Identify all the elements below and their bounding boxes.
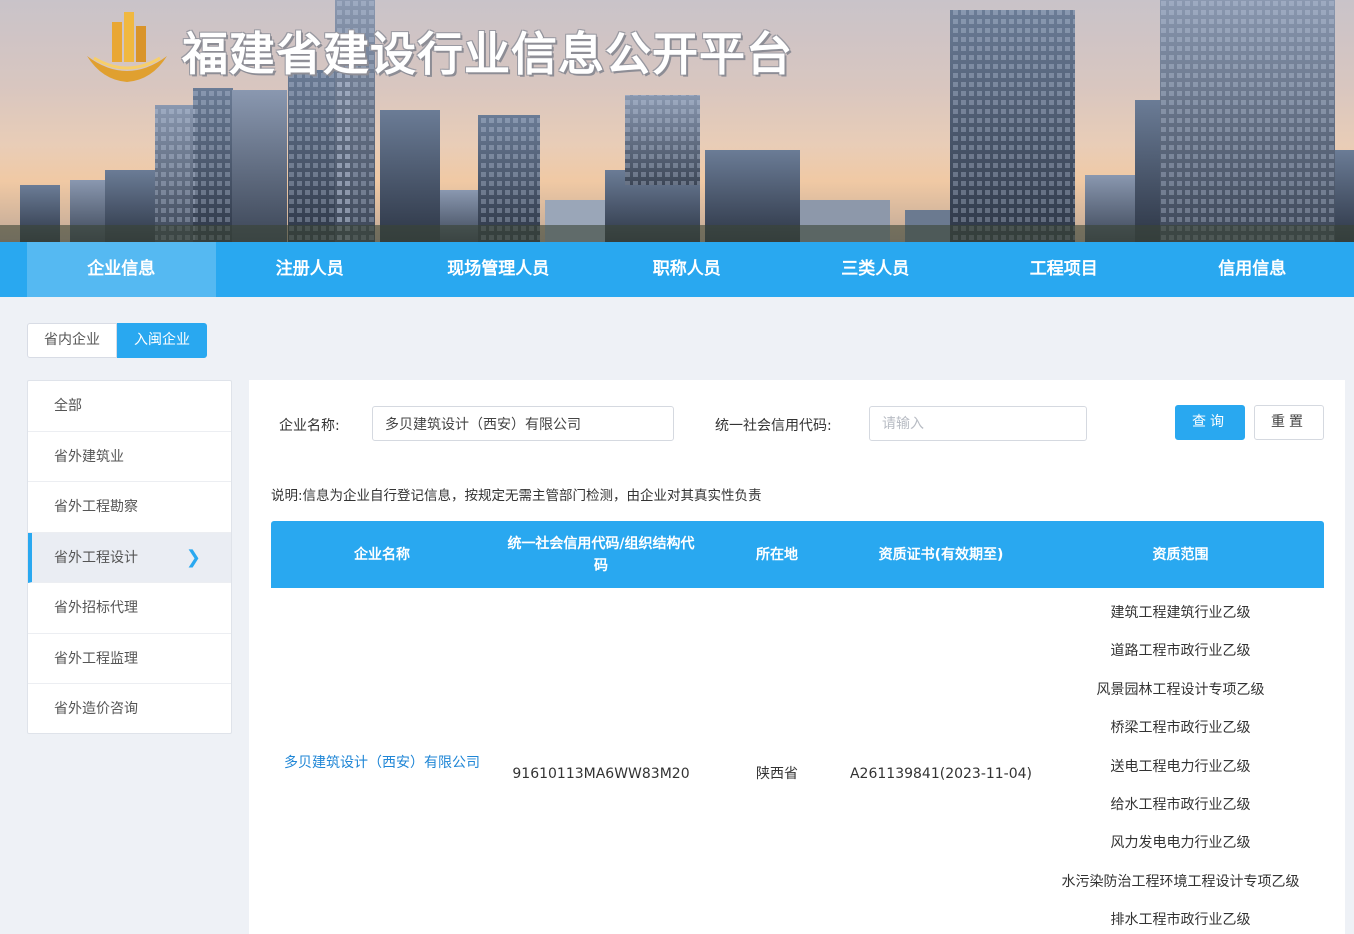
- main-panel: 企业名称: 统一社会信用代码: 查询 重置 说明:信息为企业自行登记信息，按规定…: [249, 380, 1345, 934]
- tab-in-province[interactable]: 省内企业: [27, 323, 117, 358]
- nav-item-site-managers[interactable]: 现场管理人员: [404, 242, 593, 297]
- nav-item-projects[interactable]: 工程项目: [970, 242, 1159, 297]
- certificate-cell: A261139841(2023-11-04): [849, 766, 1033, 782]
- sidebar-item-survey[interactable]: 省外工程勘察: [28, 482, 231, 533]
- site-title: 福建省建设行业信息公开平台: [182, 27, 793, 81]
- sidebar-item-construction[interactable]: 省外建筑业: [28, 432, 231, 482]
- nav-item-three-categories[interactable]: 三类人员: [781, 242, 970, 297]
- list-item: 水污染防治工程环境工程设计专项乙级: [1061, 873, 1300, 890]
- reset-button[interactable]: 重置: [1254, 405, 1324, 440]
- tab-entering-fujian[interactable]: 入闽企业: [117, 323, 207, 358]
- table-header: 企业名称 统一社会信用代码/组织结构代码 所在地 资质证书(有效期至) 资质范围: [271, 521, 1324, 588]
- list-item: 桥梁工程市政行业乙级: [1110, 720, 1251, 737]
- sidebar-item-all[interactable]: 全部: [28, 381, 231, 432]
- list-item: 风景园林工程设计专项乙级: [1096, 681, 1265, 698]
- chevron-right-icon: ❯: [185, 546, 201, 568]
- sidebar-item-label: 省外工程勘察: [54, 499, 138, 515]
- nav-item-credit-info[interactable]: 信用信息: [1158, 242, 1347, 297]
- credit-code-input[interactable]: [869, 406, 1087, 441]
- sidebar-item-supervision[interactable]: 省外工程监理: [28, 634, 231, 684]
- sidebar-item-label: 省外工程监理: [54, 650, 138, 667]
- credit-code-label: 统一社会信用代码:: [715, 418, 832, 434]
- list-item: 送电工程电力行业乙级: [1110, 758, 1251, 775]
- list-item: 建筑工程建筑行业乙级: [1110, 605, 1251, 621]
- column-header: 统一社会信用代码/组织结构代码: [507, 535, 695, 574]
- sidebar-item-bidding-agency[interactable]: 省外招标代理: [28, 583, 231, 634]
- sidebar-item-label: 省外招标代理: [54, 600, 138, 616]
- nav-item-title-personnel[interactable]: 职称人员: [593, 242, 782, 297]
- list-item: 给水工程市政行业乙级: [1110, 796, 1251, 813]
- query-button[interactable]: 查询: [1175, 405, 1245, 440]
- column-header: 资质证书(有效期至): [878, 546, 1004, 563]
- company-name-label: 企业名称:: [279, 418, 340, 434]
- company-name-link[interactable]: 多贝建筑设计（西安）有限公司: [279, 752, 485, 775]
- column-header: 所在地: [756, 546, 798, 563]
- disclaimer-note: 说明:信息为企业自行登记信息，按规定无需主管部门检测，由企业对其真实性负责: [271, 488, 762, 504]
- sidebar-item-design[interactable]: 省外工程设计 ❯: [28, 532, 231, 583]
- credit-code-cell: 91610113MA6WW83M20: [512, 766, 690, 782]
- sidebar-item-label: 全部: [54, 398, 82, 414]
- sidebar-item-cost-consulting[interactable]: 省外造价咨询: [28, 684, 231, 735]
- list-item: 排水工程市政行业乙级: [1110, 912, 1251, 929]
- column-header: 资质范围: [1152, 546, 1209, 563]
- main-nav: 企业信息 注册人员 现场管理人员 职称人员 三类人员 工程项目 信用信息: [0, 242, 1354, 297]
- building-logo-icon: [82, 8, 172, 86]
- header-banner: 福建省建设行业信息公开平台: [0, 0, 1354, 242]
- qualification-scope-list: 建筑工程建筑行业乙级 道路工程市政行业乙级 风景园林工程设计专项乙级 桥梁工程市…: [1029, 600, 1332, 934]
- sidebar-item-label: 省外工程设计: [54, 549, 138, 566]
- nav-item-company-info[interactable]: 企业信息: [27, 242, 216, 297]
- column-header: 企业名称: [354, 546, 410, 563]
- nav-item-registered-personnel[interactable]: 注册人员: [216, 242, 405, 297]
- sidebar-item-label: 省外造价咨询: [54, 701, 138, 717]
- sidebar-item-label: 省外建筑业: [54, 448, 124, 465]
- list-item: 风力发电电力行业乙级: [1110, 835, 1251, 852]
- enterprise-type-tabs: 省内企业 入闽企业: [27, 323, 207, 358]
- company-name-input[interactable]: [372, 406, 674, 441]
- location-cell: 陕西省: [756, 766, 798, 782]
- list-item: 道路工程市政行业乙级: [1110, 643, 1251, 660]
- category-sidebar: 全部 省外建筑业 省外工程勘察 省外工程设计 ❯ 省外招标代理 省外工程监理 省外…: [27, 380, 232, 734]
